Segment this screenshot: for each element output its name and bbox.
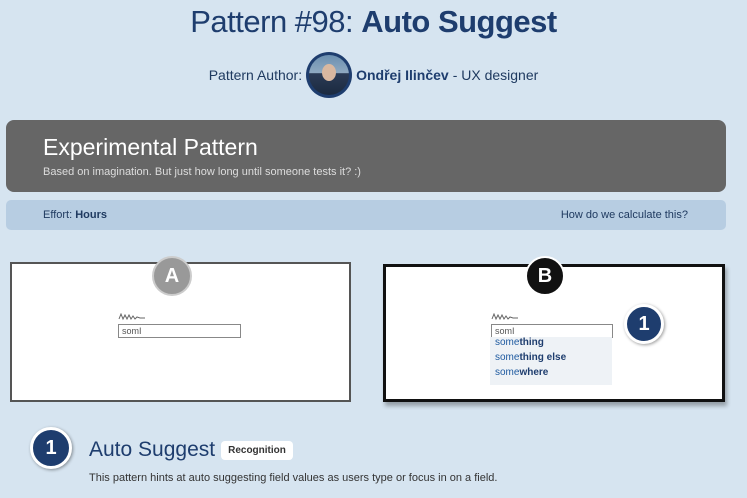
author-label: Pattern Author: — [208, 67, 303, 83]
title-bold: Auto Suggest — [361, 4, 557, 39]
effort-label: Effort: — [43, 209, 76, 221]
suggestion-list: something something else somewhere — [490, 337, 612, 385]
section-number: 1 — [30, 427, 72, 469]
page-title: Pattern #98: Auto Suggest — [0, 4, 747, 40]
label-squiggle-icon — [491, 313, 518, 321]
effort-calc-link[interactable]: How do we calculate this? — [561, 209, 688, 221]
variant-a-badge: A — [152, 256, 192, 296]
author-role: - UX designer — [452, 67, 539, 83]
suggestion-item[interactable]: somewhere — [490, 367, 612, 382]
experimental-subtitle: Based on imagination. But just how long … — [43, 166, 361, 178]
section-heading: Auto Suggest Recognition — [89, 438, 293, 462]
title-prefix: Pattern #98: — [190, 4, 362, 39]
variant-b-badge: B — [525, 256, 565, 296]
annotation-marker: 1 — [624, 304, 664, 344]
suggestion-item[interactable]: something — [490, 337, 612, 352]
experimental-title: Experimental Pattern — [43, 134, 258, 160]
suggestion-item[interactable]: something else — [490, 352, 612, 367]
section-title: Auto Suggest — [89, 438, 216, 461]
section-tag: Recognition — [221, 440, 293, 460]
variant-a-input[interactable]: somI — [118, 324, 241, 338]
section-description: This pattern hints at auto suggesting fi… — [89, 472, 498, 484]
effort-bar: Effort: Hours How do we calculate this? — [6, 200, 726, 230]
author-line: Pattern Author: Ondřej Ilinčev - UX desi… — [0, 52, 747, 98]
experimental-banner: Experimental Pattern Based on imaginatio… — [6, 120, 726, 192]
author-name[interactable]: Ondřej Ilinčev — [356, 67, 449, 83]
variant-b-input[interactable]: somI — [491, 324, 613, 338]
effort-info: Effort: Hours — [43, 209, 107, 221]
avatar — [306, 52, 353, 98]
label-squiggle-icon — [118, 313, 145, 321]
effort-value: Hours — [75, 209, 107, 221]
